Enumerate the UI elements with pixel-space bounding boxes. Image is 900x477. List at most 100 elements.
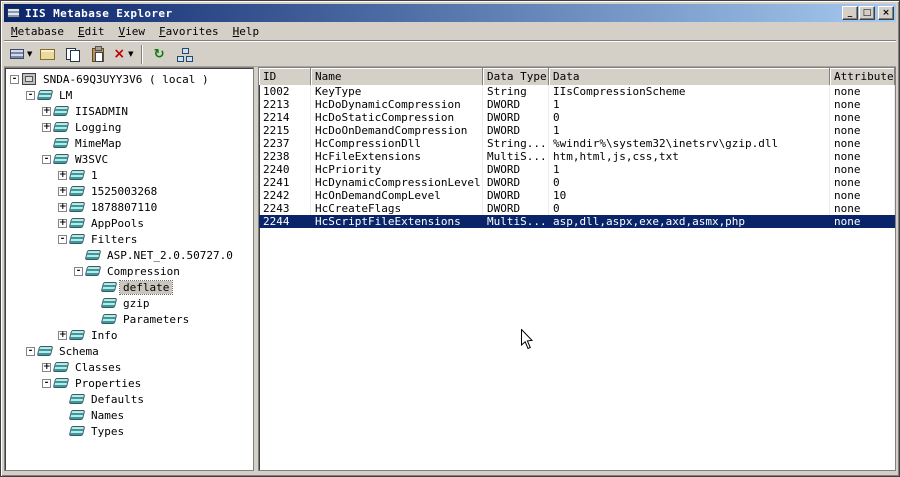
table-row[interactable]: 2215 HcDoOnDemandCompression DWORD 1 none (259, 124, 895, 137)
menu-item-view[interactable]: View (111, 23, 152, 40)
collapse-icon[interactable]: - (26, 346, 35, 356)
cell-data-type: DWORD (483, 111, 549, 124)
computer-icon (22, 73, 36, 85)
table-body: 1002 KeyType String IIsCompressionScheme non… (259, 85, 895, 470)
tree-item-compression[interactable]: - Compression (6, 263, 253, 279)
tree-item-filters[interactable]: - Filters (6, 231, 253, 247)
tree-item-label: AppPools (91, 216, 144, 230)
node-icon (52, 154, 70, 164)
cell-attributes: none (830, 176, 895, 189)
cell-id: 2243 (259, 202, 311, 215)
collapse-icon[interactable]: - (42, 378, 51, 388)
cell-id: 2237 (259, 137, 311, 150)
expand-icon[interactable]: + (58, 170, 67, 180)
close-button[interactable]: × (878, 6, 894, 20)
column-header-attributes[interactable]: Attributes (830, 68, 895, 85)
expand-icon[interactable]: + (58, 218, 67, 228)
collapse-icon[interactable]: - (26, 90, 35, 100)
table-row[interactable]: 2213 HcDoDynamicCompression DWORD 1 none (259, 98, 895, 111)
cell-data: 10 (549, 189, 830, 202)
cell-data-type: DWORD (483, 163, 549, 176)
tree-item-iisadmin[interactable]: + IISADMIN (6, 103, 253, 119)
tree-item-1878807110[interactable]: +1878807110 (6, 199, 253, 215)
table-row[interactable]: 2241 HcDynamicCompressionLevel DWORD 0 none (259, 176, 895, 189)
collapse-icon[interactable]: - (42, 154, 51, 164)
table-row[interactable]: 2238 HcFileExtensions MultiS... htm,html,js… (259, 150, 895, 163)
expand-icon[interactable]: + (42, 106, 51, 116)
collapse-icon[interactable]: - (58, 234, 67, 244)
cell-name: KeyType (311, 85, 483, 98)
paste-button[interactable] (86, 44, 109, 65)
expand-icon[interactable]: + (58, 186, 67, 196)
collapse-icon[interactable]: - (10, 74, 19, 84)
cell-data: 1 (549, 163, 830, 176)
table-row[interactable]: 2244 HcScriptFileExtensions MultiS... asp,d… (259, 215, 895, 228)
cell-data: asp,dll,aspx,exe,axd,asmx,php (549, 215, 830, 228)
column-header-data-type[interactable]: Data Type (483, 68, 549, 85)
tree-item-mimemap[interactable]: MimeMap (6, 135, 253, 151)
column-header-name[interactable]: Name (311, 68, 483, 85)
tree-item-properties[interactable]: - Properties (6, 375, 253, 391)
node-icon (68, 186, 86, 196)
cell-name: HcFileExtensions (311, 150, 483, 163)
title-bar[interactable]: IIS Metabase Explorer _ □ × (4, 4, 896, 22)
tree-item-names[interactable]: Names (6, 407, 253, 423)
tree-item-classes[interactable]: + Classes (6, 359, 253, 375)
cell-data: IIsCompressionScheme (549, 85, 830, 98)
cell-data: 1 (549, 124, 830, 137)
tree-item-logging[interactable]: + Logging (6, 119, 253, 135)
menu-item-favorites[interactable]: Favorites (152, 23, 226, 40)
tree-item-snda-69q3uyy3v6-local[interactable]: - SNDA-69Q3UYY3V6 ( local ) (6, 71, 253, 87)
node-icon (84, 250, 102, 260)
tree-item-apppools[interactable]: + AppPools (6, 215, 253, 231)
tree-item-w3svc[interactable]: - W3SVC (6, 151, 253, 167)
table-row[interactable]: 2237 HcCompressionDll String... %windir%\sy… (259, 137, 895, 150)
new-key-button[interactable]: ▼ (8, 44, 34, 65)
collapse-icon[interactable]: - (74, 266, 83, 276)
maximize-button[interactable]: □ (859, 6, 875, 20)
expand-icon[interactable]: + (58, 330, 67, 340)
expand-icon[interactable]: + (58, 202, 67, 212)
table-row[interactable]: 2240 HcPriority DWORD 1 none (259, 163, 895, 176)
refresh-button[interactable]: ↻ (148, 44, 171, 65)
cell-data-type: MultiS... (483, 150, 549, 163)
delete-button[interactable]: × ▼ (111, 44, 135, 65)
table-row[interactable]: 1002 KeyType String IIsCompressionScheme non… (259, 85, 895, 98)
connect-button[interactable] (173, 44, 196, 65)
new-key-icon (10, 49, 24, 59)
copy-button[interactable] (61, 44, 84, 65)
cell-attributes: none (830, 111, 895, 124)
tree-item-gzip[interactable]: gzip (6, 295, 253, 311)
tree-item-label: Classes (75, 360, 122, 374)
node-icon (52, 362, 70, 372)
tree-item-parameters[interactable]: Parameters (6, 311, 253, 327)
column-header-id[interactable]: ID (259, 68, 311, 85)
tree-item-schema[interactable]: - Schema (6, 343, 253, 359)
metabase-tree-panel: - SNDA-69Q3UYY3V6 ( local ) - LM + IISADMIN + L… (4, 67, 254, 471)
open-button[interactable] (36, 44, 59, 65)
tree-item-asp-net-2-0-50727-0[interactable]: ASP.NET_2.0.50727.0 (6, 247, 253, 263)
tree-item-deflate[interactable]: deflate (6, 279, 253, 295)
table-row[interactable]: 2242 HcOnDemandCompLevel DWORD 10 none (259, 189, 895, 202)
tree-item-label: Parameters (123, 312, 190, 326)
menu-item-edit[interactable]: Edit (71, 23, 112, 40)
dropdown-arrow-icon[interactable]: ▼ (27, 50, 32, 58)
column-header-data[interactable]: Data (549, 68, 830, 85)
cell-data: %windir%\system32\inetsrv\gzip.dll (549, 137, 830, 150)
dropdown-arrow-icon[interactable]: ▼ (128, 50, 133, 58)
app-icon (7, 8, 20, 18)
connect-icon (176, 47, 192, 62)
tree-item-types[interactable]: Types (6, 423, 253, 439)
tree-item-1525003268[interactable]: +1525003268 (6, 183, 253, 199)
menu-item-help[interactable]: Help (226, 23, 267, 40)
minimize-button[interactable]: _ (842, 6, 858, 20)
tree-item-1[interactable]: +1 (6, 167, 253, 183)
tree-item-defaults[interactable]: Defaults (6, 391, 253, 407)
tree-item-lm[interactable]: - LM (6, 87, 253, 103)
menu-item-metabase[interactable]: Metabase (4, 23, 71, 40)
expand-icon[interactable]: + (42, 362, 51, 372)
table-row[interactable]: 2243 HcCreateFlags DWORD 0 none (259, 202, 895, 215)
tree-item-info[interactable]: + Info (6, 327, 253, 343)
table-row[interactable]: 2214 HcDoStaticCompression DWORD 0 none (259, 111, 895, 124)
expand-icon[interactable]: + (42, 122, 51, 132)
